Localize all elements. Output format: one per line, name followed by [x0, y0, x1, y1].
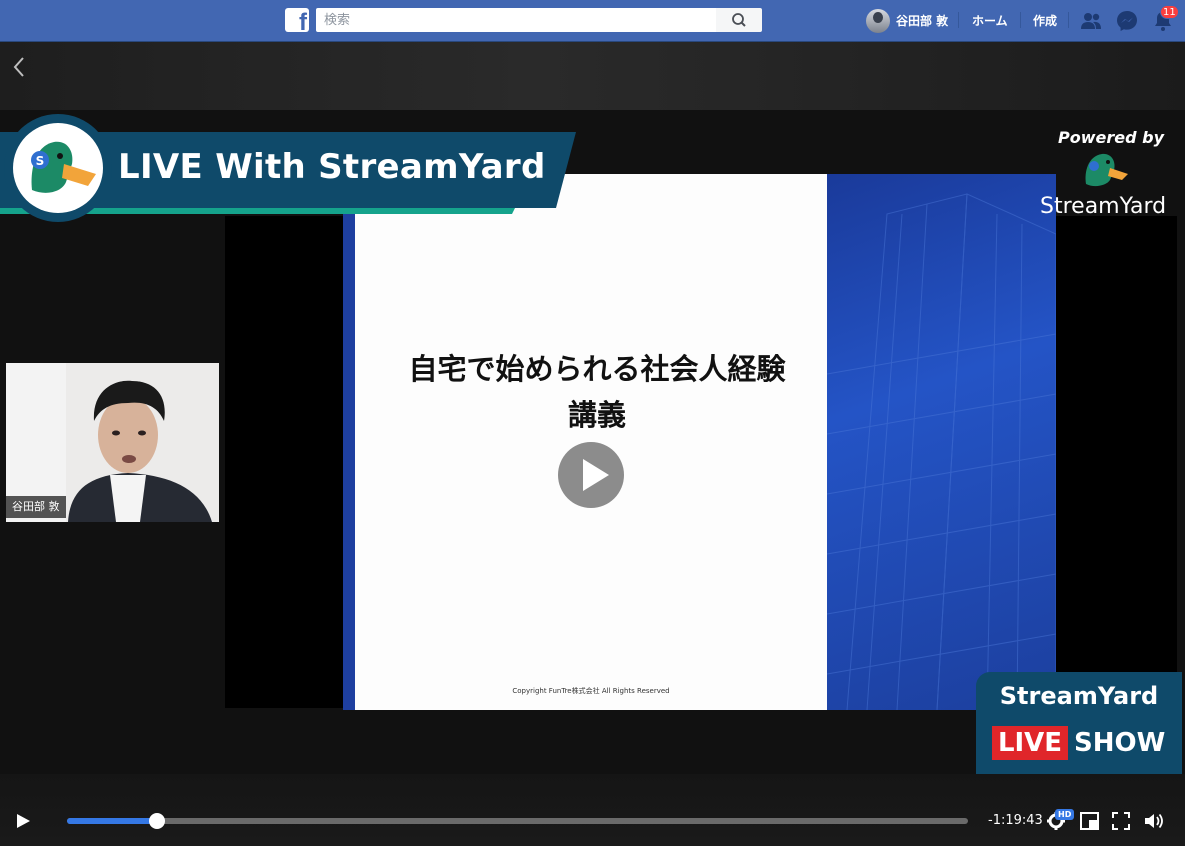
picture-in-picture-icon[interactable] [1079, 810, 1101, 832]
nav-divider [958, 12, 959, 28]
powered-by-brand: StreamYard [1040, 194, 1167, 219]
slide-copyright: Copyright FunTre株式会社 All Rights Reserved [512, 687, 670, 695]
progress-played [67, 818, 158, 824]
time-remaining: -1:19:43 [988, 813, 1043, 828]
svg-text:S: S [36, 154, 45, 168]
nav-divider [1020, 12, 1021, 28]
search-input[interactable] [316, 8, 716, 32]
streamyard-duck-logo-icon: S [4, 114, 112, 222]
back-chevron-icon[interactable] [8, 54, 30, 80]
facebook-top-bar: f 谷田部 敦 ホーム 作成 11 [0, 0, 1185, 42]
presentation-slide: 自宅で始められる社会人経験 講義 Copyright FunTre株式会社 Al… [343, 174, 1056, 710]
search-button[interactable] [716, 8, 762, 32]
building-pattern-icon [826, 193, 1056, 710]
nav-user-name[interactable]: 谷田部 敦 [896, 12, 948, 29]
powered-by-label: Powered by [1058, 128, 1164, 147]
play-pause-button[interactable] [14, 812, 32, 830]
banner-title: LIVE With StreamYard [118, 147, 546, 187]
facebook-logo-icon[interactable]: f [285, 8, 309, 32]
messenger-icon[interactable] [1115, 9, 1139, 33]
search-icon [732, 13, 746, 27]
hd-quality-badge: HD [1055, 809, 1075, 820]
fullscreen-icon[interactable] [1110, 810, 1132, 832]
show-badge-live: LIVE [992, 726, 1068, 760]
streamyard-live-show-badge: StreamYard LIVE SHOW [976, 672, 1182, 774]
video-top-strip [0, 42, 1185, 110]
camera-name-label: 谷田部 敦 [6, 496, 66, 518]
show-badge-show: SHOW [1074, 728, 1166, 758]
friend-requests-icon[interactable] [1079, 9, 1103, 33]
progress-bar[interactable] [67, 813, 968, 829]
video-controls-bar: -1:19:43 HD [0, 774, 1185, 846]
facebook-logo-letter: f [299, 9, 307, 33]
play-icon [583, 459, 609, 491]
show-badge-brand: StreamYard [999, 682, 1159, 710]
user-avatar[interactable] [866, 9, 890, 33]
nav-create-link[interactable]: 作成 [1033, 12, 1057, 29]
stream-frame: 自宅で始められる社会人経験 講義 Copyright FunTre株式会社 Al… [0, 110, 1185, 774]
volume-icon[interactable] [1143, 810, 1165, 832]
center-play-button[interactable] [558, 442, 624, 508]
progress-scrubber-handle[interactable] [149, 813, 166, 829]
notification-count-badge: 11 [1160, 5, 1179, 19]
slide-title: 自宅で始められる社会人経験 講義 [343, 346, 853, 438]
slide-building-image [826, 174, 1056, 710]
slide-title-line2: 講義 [567, 398, 626, 432]
streamyard-small-duck-icon [1085, 153, 1128, 187]
slide-title-line1: 自宅で始められる社会人経験 [408, 352, 786, 386]
nav-divider [1068, 12, 1069, 28]
video-player[interactable]: 自宅で始められる社会人経験 講義 Copyright FunTre株式会社 Al… [0, 42, 1185, 846]
camera-feed: 谷田部 敦 [6, 363, 219, 522]
nav-home-link[interactable]: ホーム [972, 12, 1008, 29]
